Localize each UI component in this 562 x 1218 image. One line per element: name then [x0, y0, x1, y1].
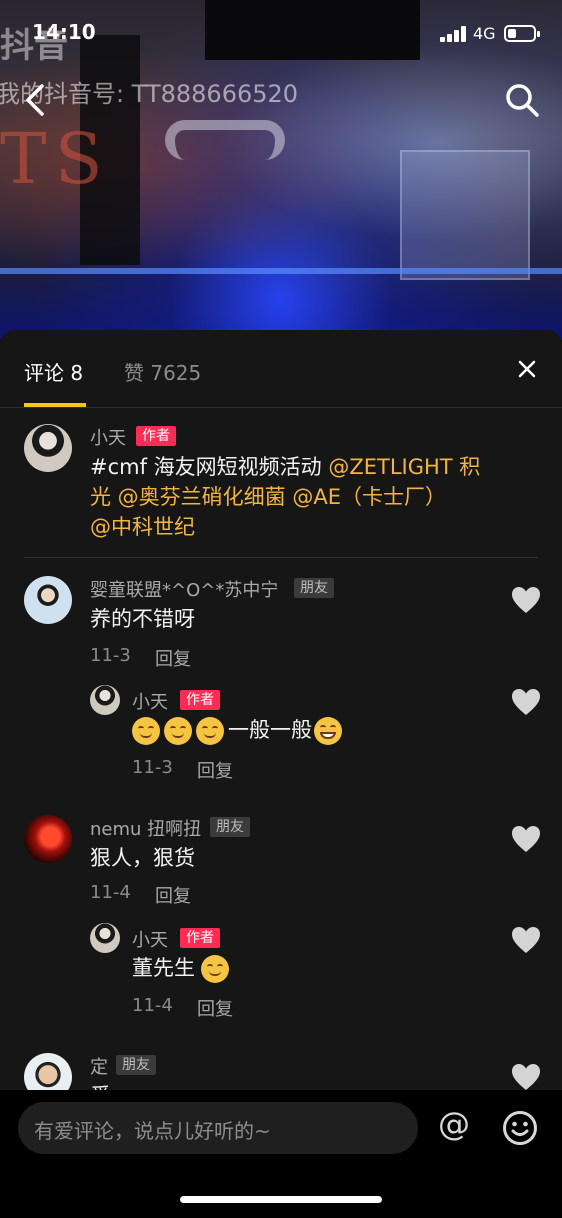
avatar[interactable]: [90, 685, 120, 715]
comment-date: 11-3: [90, 645, 131, 666]
signal-icon: [440, 26, 468, 42]
smirk-emoji-icon: [201, 955, 229, 983]
list-item[interactable]: 定 朋友 爱: [0, 1049, 562, 1090]
status-bar: 14:10 4G: [0, 0, 562, 60]
reply-text-body: 董先生: [132, 956, 195, 980]
avatar[interactable]: [24, 424, 72, 472]
friend-badge: 朋友: [294, 578, 334, 598]
divider: [24, 557, 538, 558]
comment-author[interactable]: 小天: [90, 424, 126, 450]
video-object: [400, 150, 530, 280]
comment-text: 养的不错呀: [90, 607, 195, 631]
comment-text: 狠人，狠货: [90, 846, 195, 870]
tab-comments[interactable]: 评论 8: [24, 357, 83, 386]
reply-button[interactable]: 回复: [197, 757, 233, 783]
author-badge: 作者: [180, 690, 220, 710]
reply-item[interactable]: 小天 作者 一般一般 11-3 回复: [0, 684, 562, 784]
comment-input[interactable]: 有爱评论，说点儿好听的~: [18, 1102, 418, 1154]
comment-input-placeholder: 有爱评论，说点儿好听的~: [34, 1119, 271, 1143]
home-indicator[interactable]: [180, 1196, 382, 1203]
mention-link[interactable]: @ZETLIGHT 积: [328, 455, 480, 479]
tab-likes[interactable]: 赞 7625: [124, 357, 201, 386]
avatar[interactable]: [24, 1053, 72, 1090]
avatar[interactable]: [24, 815, 72, 863]
smirk-emoji-icon: [164, 717, 192, 745]
heart-icon[interactable]: [511, 926, 541, 954]
heart-icon[interactable]: [511, 825, 541, 853]
at-mention-icon[interactable]: @: [436, 1106, 472, 1142]
network-type: 4G: [473, 24, 496, 43]
comment-author[interactable]: nemu 扭啊扭: [90, 815, 201, 841]
list-item[interactable]: nemu 扭啊扭 朋友 狠人，狠货 11-4 回复: [0, 811, 562, 911]
smiley-icon[interactable]: [502, 1110, 538, 1146]
heart-icon[interactable]: [511, 586, 541, 614]
reply-text: 董先生: [132, 953, 233, 983]
comment-date: 11-4: [90, 882, 131, 903]
reply-text-body: 一般一般: [228, 718, 312, 742]
friend-badge: 朋友: [116, 1055, 156, 1075]
video-object: [165, 120, 285, 160]
reply-date: 11-3: [132, 757, 173, 778]
battery-level: [508, 29, 517, 38]
author-badge: 作者: [180, 928, 220, 948]
reply-author[interactable]: 小天: [132, 688, 168, 714]
avatar[interactable]: [90, 923, 120, 953]
close-icon[interactable]: [512, 354, 542, 384]
comment-panel: 评论 8 赞 7625 小天 作者 #cmf 海友网短视频活动 @ZETLIGH…: [0, 330, 562, 1090]
reply-date: 11-4: [132, 995, 173, 1016]
reply-button[interactable]: 回复: [155, 882, 191, 908]
smirk-emoji-icon: [196, 717, 224, 745]
chevron-left-icon[interactable]: [22, 82, 52, 118]
comment-text: #cmf 海友网短视频活动 @ZETLIGHT 积 光 @奥芬兰硝化细菌 @AE…: [90, 452, 480, 542]
comment-author[interactable]: 定: [90, 1053, 108, 1079]
list-item[interactable]: 婴童联盟*^O^*苏中宁 朋友 养的不错呀 11-3 回复: [0, 572, 562, 672]
friend-badge: 朋友: [210, 817, 250, 837]
comment-text: 爱: [90, 1081, 111, 1090]
video-object: [0, 268, 562, 274]
video-background[interactable]: TS 抖音 我的抖音号: TT888666520 14:10 4G: [0, 0, 562, 340]
active-tab-indicator: [24, 403, 86, 407]
reply-author[interactable]: 小天: [132, 926, 168, 952]
reply-button[interactable]: 回复: [155, 645, 191, 671]
reply-text: 一般一般: [132, 715, 346, 745]
reply-button[interactable]: 回复: [197, 995, 233, 1021]
mention-link[interactable]: 光 @奥芬兰硝化细菌 @AE（卡士厂）: [90, 485, 446, 509]
battery-icon: [504, 25, 540, 42]
grin-emoji-icon: [314, 717, 342, 745]
reply-item[interactable]: 小天 作者 董先生 11-4 回复: [0, 922, 562, 1022]
heart-icon[interactable]: [511, 1063, 541, 1090]
comment-author[interactable]: 婴童联盟*^O^*苏中宁: [90, 576, 278, 602]
author-badge: 作者: [136, 426, 176, 446]
status-time: 14:10: [32, 20, 96, 44]
list-item: 小天 作者 #cmf 海友网短视频活动 @ZETLIGHT 积 光 @奥芬兰硝化…: [0, 420, 562, 550]
search-icon[interactable]: [504, 82, 540, 118]
heart-icon[interactable]: [511, 688, 541, 716]
comment-text-prefix: #cmf 海友网短视频活动: [90, 455, 329, 479]
smirk-emoji-icon: [132, 717, 160, 745]
video-object: TS: [0, 118, 111, 200]
comment-input-bar: 有爱评论，说点儿好听的~ @: [0, 1090, 562, 1218]
comment-tabs: 评论 8 赞 7625: [0, 330, 562, 408]
mention-link[interactable]: @中科世纪: [90, 515, 195, 539]
avatar[interactable]: [24, 576, 72, 624]
